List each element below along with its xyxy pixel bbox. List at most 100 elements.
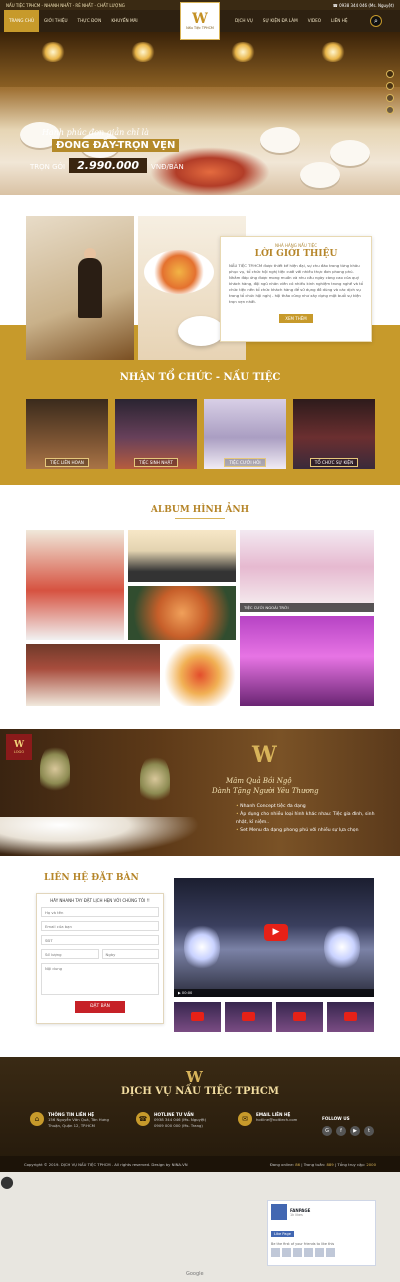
video-thumbnail[interactable] bbox=[276, 1002, 323, 1032]
album-photo[interactable]: TIỆC CƯỚI NGOÀI TRỜI bbox=[240, 530, 374, 612]
content-field[interactable]: Nội dung bbox=[41, 963, 159, 995]
album-photo[interactable] bbox=[128, 586, 236, 640]
album-photo[interactable] bbox=[128, 530, 236, 582]
intro-body: NẤU TIỆC TP.HCM được thiết kế hiện đại, … bbox=[229, 263, 363, 304]
twitter-icon[interactable]: t bbox=[364, 1126, 374, 1136]
service-card-wedding[interactable]: TIỆC CƯỚI HỎI bbox=[204, 399, 286, 469]
video-player[interactable]: ▶ ▶ 00:00 bbox=[174, 878, 374, 997]
banner-bullets: Nhanh Concept tiệc đa dạng Áp dụng cho n… bbox=[236, 803, 386, 835]
service-label: TIỆC SINH NHẬT bbox=[115, 458, 197, 467]
video-controls[interactable]: ▶ 00:00 bbox=[174, 989, 374, 997]
footer-hotline: ☎ HOTLINE TƯ VẤN 0938 344 046 (Ms. Nguyệ… bbox=[136, 1112, 206, 1129]
video-thumbnail[interactable] bbox=[174, 1002, 221, 1032]
fb-avatar bbox=[271, 1204, 287, 1220]
light-decoration bbox=[184, 922, 220, 972]
page: NẤU TIỆC TPHCM - NHANH NHẤT - RẺ NHẤT - … bbox=[0, 0, 400, 1282]
service-label: TIỆC CƯỚI HỎI bbox=[204, 458, 286, 467]
logo-w-mark: W bbox=[192, 11, 208, 27]
video-thumbnail[interactable] bbox=[327, 1002, 374, 1032]
list-item: Set Menu đa dạng phong phú với nhiều sự … bbox=[236, 827, 386, 835]
book-button[interactable]: ĐẶT BÀN bbox=[75, 1001, 125, 1013]
banner-slogan: Mâm Quả Bồi Ngộ Dành Tặng Người Yêu Thươ… bbox=[212, 777, 319, 795]
youtube-icon[interactable]: ▶ bbox=[350, 1126, 360, 1136]
waiter-figure bbox=[78, 258, 102, 318]
date-field[interactable]: Ngày bbox=[101, 949, 159, 959]
nav-video[interactable]: VIDEO bbox=[303, 10, 326, 32]
slider-dot[interactable] bbox=[386, 94, 394, 102]
nav-home[interactable]: TRANG CHỦ bbox=[4, 10, 40, 32]
flower-decoration bbox=[140, 754, 170, 804]
avatar bbox=[326, 1248, 335, 1257]
fb-header: FANPAGE 1k likes bbox=[271, 1204, 372, 1220]
play-icon[interactable]: ▶ bbox=[264, 924, 288, 941]
facebook-widget: FANPAGE 1k likes Like Page Be the first … bbox=[267, 1200, 376, 1266]
footer-line: Thuận, Quận 12, TP.HCM bbox=[48, 1123, 95, 1128]
search-icon[interactable]: ⌕ bbox=[370, 15, 382, 27]
intro-waiter-photo bbox=[26, 216, 134, 360]
intro-subtitle: NHÀ HÀNG NẤU TIỆC bbox=[275, 243, 317, 248]
nav-about[interactable]: GIỚI THIỆU bbox=[39, 10, 73, 32]
service-card-event[interactable]: TỔ CHỨC SỰ KIỆN bbox=[293, 399, 375, 469]
flower-decoration bbox=[40, 744, 70, 794]
price-label: TRỌN GÓI bbox=[30, 163, 66, 171]
chandelier-icon bbox=[130, 42, 156, 62]
phone-field[interactable]: SĐT bbox=[41, 935, 159, 945]
service-card-birthday[interactable]: TIỆC SINH NHẬT bbox=[115, 399, 197, 469]
top-slogan: NẤU TIỆC TPHCM - NHANH NHẤT - RẺ NHẤT - … bbox=[6, 2, 125, 8]
slider-dot[interactable] bbox=[386, 70, 394, 78]
video-thumbnail[interactable] bbox=[225, 1002, 272, 1032]
site-logo[interactable]: W Nấu Tiệc TPHCM bbox=[180, 2, 220, 40]
services-title: NHẬN TỔ CHỨC - NẤU TIỆC bbox=[119, 372, 281, 383]
nav-menu[interactable]: THỰC ĐƠN bbox=[73, 10, 107, 32]
follow-label: FOLLOW US bbox=[322, 1116, 350, 1121]
hero-controls bbox=[386, 70, 394, 114]
hero-table bbox=[330, 140, 370, 166]
album-photo[interactable] bbox=[240, 616, 374, 706]
intro-title: LỜI GIỚI THIỆU bbox=[254, 249, 338, 259]
food-bowl bbox=[178, 316, 224, 346]
read-more-button[interactable]: XEM THÊM bbox=[279, 314, 313, 323]
footer-line[interactable]: 0909 000 000 (Ms. Trang) bbox=[154, 1123, 206, 1129]
footer-title: DỊCH VỤ NẤU TIỆC TPHCM bbox=[121, 1086, 279, 1097]
food-plate bbox=[144, 250, 214, 294]
nav-events[interactable]: SỰ KIỆN ĐÃ LÀM bbox=[258, 10, 303, 32]
nav-contact[interactable]: LIÊN HỆ bbox=[326, 10, 352, 32]
copyright-bar: Copyright © 2019. DỊCH VỤ NẤU TIỆC TPHCM… bbox=[0, 1156, 400, 1172]
quantity-field[interactable]: Số lượng bbox=[41, 949, 99, 959]
facebook-icon[interactable]: f bbox=[336, 1126, 346, 1136]
chandelier-icon bbox=[320, 42, 346, 62]
price-value: 2.990.000 bbox=[69, 158, 148, 173]
location-icon: ⌂ bbox=[30, 1112, 44, 1126]
nav-services[interactable]: DỊCH VỤ bbox=[230, 10, 258, 32]
banner-logo: W LOGO bbox=[6, 734, 32, 760]
slider-dot[interactable] bbox=[386, 106, 394, 114]
play-icon bbox=[293, 1012, 306, 1021]
slider-dot[interactable] bbox=[386, 82, 394, 90]
email-field[interactable]: Email của bạn bbox=[41, 921, 159, 931]
play-icon bbox=[344, 1012, 357, 1021]
album-title: ALBUM HÌNH ẢNH bbox=[150, 505, 250, 515]
footer-logo: W bbox=[186, 1068, 203, 1086]
intro-card: NHÀ HÀNG NẤU TIỆC LỜI GIỚI THIỆU NẤU TIỆ… bbox=[220, 236, 372, 342]
footer-address: ⌂ THÔNG TIN LIÊN HỆ 156 Nguyễn Văn Quá, … bbox=[30, 1112, 109, 1129]
phone-icon: ☎ bbox=[136, 1112, 150, 1126]
footer-line[interactable]: hotline@noitiech.com bbox=[256, 1117, 297, 1123]
album-photo[interactable] bbox=[26, 644, 160, 706]
google-icon[interactable]: G bbox=[322, 1126, 332, 1136]
social-links: G f ▶ t bbox=[322, 1126, 374, 1136]
fb-page-name[interactable]: FANPAGE bbox=[290, 1208, 310, 1213]
name-field[interactable]: Họ và tên bbox=[41, 907, 159, 917]
album-photo[interactable] bbox=[164, 644, 236, 706]
album-photo[interactable] bbox=[26, 530, 124, 640]
hero-slider: Hạnh phúc đơn giản chỉ là ĐONG ĐẦY-TRỌN … bbox=[0, 32, 400, 195]
avatar bbox=[293, 1248, 302, 1257]
play-icon bbox=[242, 1012, 255, 1021]
fb-friends-text: Be the first of your friends to like thi… bbox=[271, 1242, 335, 1246]
nav-promotion[interactable]: KHUYẾN MÃI bbox=[106, 10, 142, 32]
service-card-party[interactable]: TIỆC LIÊN HOAN bbox=[26, 399, 108, 469]
fb-like-button[interactable]: Like Page bbox=[271, 1231, 295, 1237]
top-hotline[interactable]: ☎ 0938 344 046 (Ms. Nguyệt) bbox=[333, 3, 394, 8]
avatar bbox=[304, 1248, 313, 1257]
chandelier-icon bbox=[40, 42, 66, 62]
album-caption: TIỆC CƯỚI NGOÀI TRỜI bbox=[240, 603, 374, 612]
